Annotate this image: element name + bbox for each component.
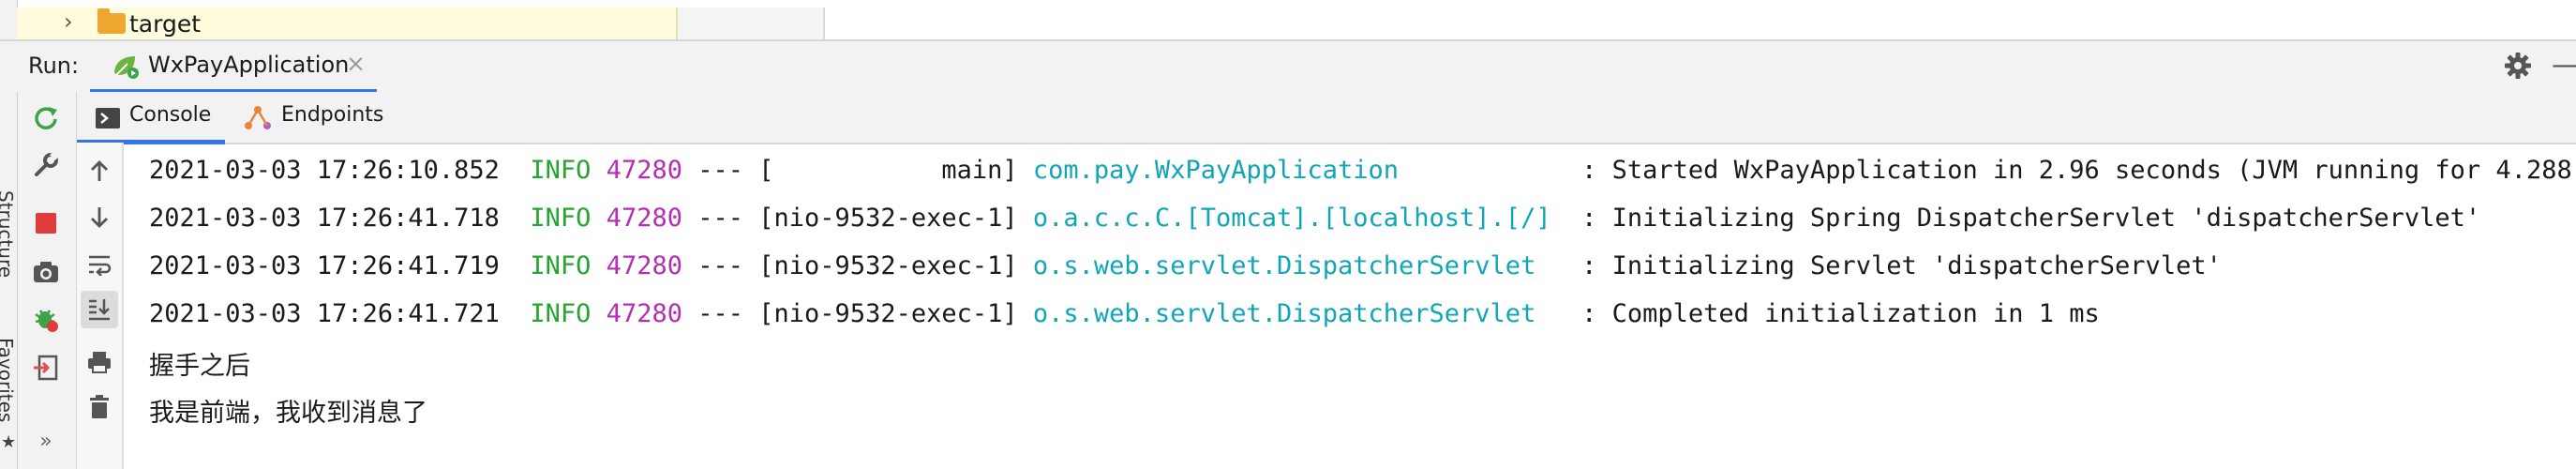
scroll-up-button[interactable]	[81, 152, 118, 189]
stop-icon	[36, 213, 56, 234]
run-content-tabs: Console Endpoints	[77, 92, 2576, 144]
minimize-icon[interactable]: —	[2552, 49, 2576, 82]
close-icon[interactable]: ×	[346, 50, 366, 77]
modify-run-config-button[interactable]	[27, 146, 65, 184]
run-label: Run:	[28, 53, 80, 79]
tree-column-divider	[678, 8, 825, 39]
bug-icon	[35, 310, 58, 332]
console-text-line: 握手之后	[149, 352, 250, 381]
arrow-up-icon	[91, 160, 108, 181]
scroll-to-end-icon	[89, 299, 110, 321]
printer-icon	[88, 352, 111, 373]
soft-wrap-icon	[89, 255, 112, 276]
log-line: 2021-03-03 17:26:41.721 INFO 47280 --- […	[149, 299, 2100, 328]
log-line: 2021-03-03 17:26:41.719 INFO 47280 --- […	[149, 251, 2222, 280]
print-button[interactable]	[81, 343, 118, 381]
scroll-to-end-button[interactable]	[81, 291, 118, 328]
project-tree-strip: › target	[0, 0, 2576, 41]
arrow-down-icon	[91, 207, 108, 228]
tab-endpoints[interactable]: Endpoints	[244, 92, 394, 143]
rerun-button[interactable]	[27, 99, 65, 137]
exit-icon	[34, 355, 58, 381]
tree-row-target[interactable]: › target	[17, 8, 678, 39]
favorites-tool-tab[interactable]: Favorites	[0, 338, 17, 422]
console-text-line: 我是前端，我收到消息了	[149, 399, 427, 428]
gear-icon[interactable]	[2503, 51, 2533, 81]
dump-threads-button[interactable]	[27, 253, 65, 291]
star-icon: ★	[1, 432, 17, 452]
chevron-double-right-icon: »	[39, 429, 52, 453]
trash-icon	[90, 395, 109, 418]
tool-window-edge	[0, 0, 18, 39]
log-line: 2021-03-03 17:26:41.718 INFO 47280 --- […	[149, 204, 2481, 233]
console-icon	[96, 108, 120, 129]
run-tab-wxpayapplication[interactable]: WxPayApplication ×	[90, 41, 377, 94]
folder-icon	[97, 8, 126, 34]
run-toolbar: »	[18, 92, 78, 469]
spring-boot-app-icon	[114, 56, 139, 79]
camera-icon	[34, 262, 58, 282]
rerun-icon	[35, 107, 57, 129]
debug-button[interactable]	[27, 300, 65, 338]
left-tool-strip: Structure Favorites ★	[0, 92, 18, 469]
console-output[interactable]: 2021-03-03 17:26:10.852 INFO 47280 --- […	[124, 144, 2576, 469]
clear-all-button[interactable]	[81, 388, 118, 426]
more-tools-button[interactable]: »	[27, 422, 65, 460]
soft-wrap-button[interactable]	[81, 246, 118, 283]
stop-button[interactable]	[27, 204, 65, 242]
scroll-down-button[interactable]	[81, 199, 118, 236]
run-tab-title: WxPayApplication	[148, 52, 350, 78]
console-toolbar	[77, 143, 124, 469]
tab-console-label: Console	[129, 103, 212, 127]
exit-button[interactable]	[27, 349, 65, 386]
tab-console[interactable]: Console	[77, 92, 225, 144]
tab-endpoints-label: Endpoints	[281, 103, 384, 127]
wrench-icon	[35, 151, 59, 176]
log-line: 2021-03-03 17:26:10.852 INFO 47280 --- […	[149, 156, 2576, 185]
tree-item-label: target	[129, 10, 202, 38]
endpoints-icon	[245, 106, 271, 129]
chevron-right-icon[interactable]: ›	[64, 9, 73, 34]
structure-tool-tab[interactable]: Structure	[0, 190, 17, 278]
run-tool-window-header: Run: WxPayApplication × —	[0, 41, 2576, 94]
